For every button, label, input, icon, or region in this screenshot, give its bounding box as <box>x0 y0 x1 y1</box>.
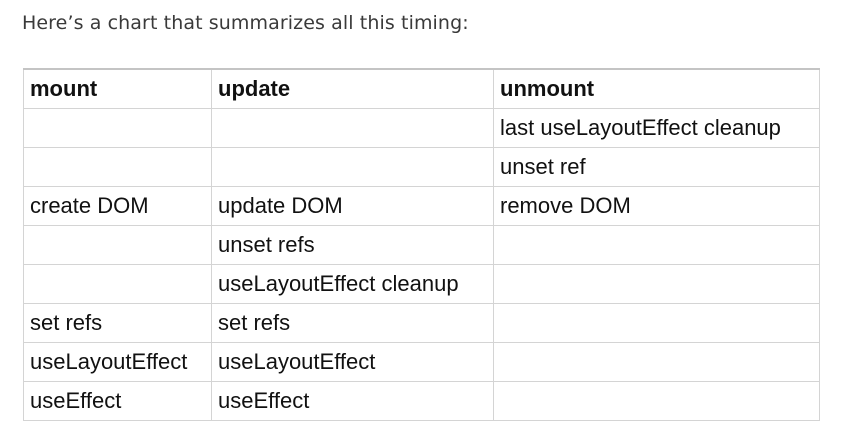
table-row: unset ref <box>23 147 820 187</box>
table-row: last useLayoutEffect cleanup <box>23 108 820 148</box>
table-row: useLayoutEffect useLayoutEffect <box>23 342 820 382</box>
table-cell <box>23 225 212 265</box>
table-cell <box>211 147 494 187</box>
table-cell: update DOM <box>211 186 494 226</box>
header-unmount: unmount <box>493 68 820 109</box>
table-row: unset refs <box>23 225 820 265</box>
table-cell: useEffect <box>23 381 212 421</box>
table-header-row: mount update unmount <box>23 68 820 109</box>
table-cell: useEffect <box>211 381 494 421</box>
table-cell: useLayoutEffect cleanup <box>211 264 494 304</box>
table-cell <box>493 225 820 265</box>
table-cell: useLayoutEffect <box>23 342 212 382</box>
table-cell <box>23 264 212 304</box>
header-mount: mount <box>23 68 212 109</box>
table-cell: remove DOM <box>493 186 820 226</box>
header-update: update <box>211 68 494 109</box>
table-cell: unset refs <box>211 225 494 265</box>
table-cell: set refs <box>211 303 494 343</box>
intro-text: Here’s a chart that summarizes all this … <box>22 12 469 34</box>
table-cell <box>493 303 820 343</box>
table-cell <box>493 342 820 382</box>
table-cell: useLayoutEffect <box>211 342 494 382</box>
table-cell <box>211 108 494 148</box>
timing-table: mount update unmount last useLayoutEffec… <box>23 68 820 421</box>
table-cell: create DOM <box>23 186 212 226</box>
table-row: set refs set refs <box>23 303 820 343</box>
table-row: create DOM update DOM remove DOM <box>23 186 820 226</box>
table-cell <box>23 147 212 187</box>
table-cell <box>493 381 820 421</box>
table-row: useEffect useEffect <box>23 381 820 421</box>
table-cell: unset ref <box>493 147 820 187</box>
table-cell: last useLayoutEffect cleanup <box>493 108 820 148</box>
table-cell <box>493 264 820 304</box>
table-row: useLayoutEffect cleanup <box>23 264 820 304</box>
table-cell <box>23 108 212 148</box>
table-cell: set refs <box>23 303 212 343</box>
